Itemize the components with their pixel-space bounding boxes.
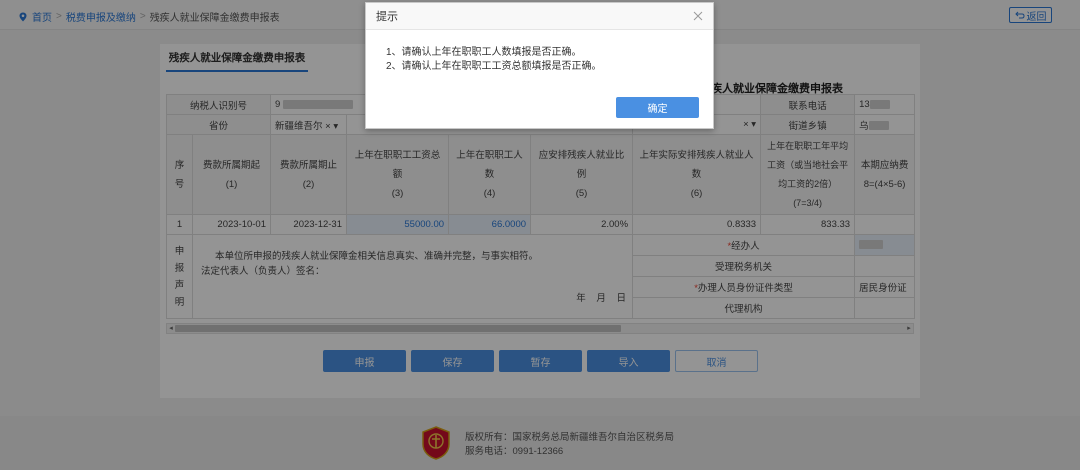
dialog-header: 提示 [366, 3, 713, 30]
dialog-body: 1、请确认上年在职职工人数填报是否正确。 2、请确认上年在职职工工资总额填报是否… [366, 30, 713, 74]
dialog-message-2: 2、请确认上年在职职工工资总额填报是否正确。 [386, 61, 602, 72]
confirm-button[interactable]: 确定 [616, 97, 699, 118]
dialog-message-1: 1、请确认上年在职职工人数填报是否正确。 [386, 47, 582, 58]
prompt-dialog: 提示 1、请确认上年在职职工人数填报是否正确。 2、请确认上年在职职工工资总额填… [365, 2, 714, 129]
dialog-title: 提示 [376, 11, 398, 23]
close-icon[interactable] [693, 11, 703, 21]
